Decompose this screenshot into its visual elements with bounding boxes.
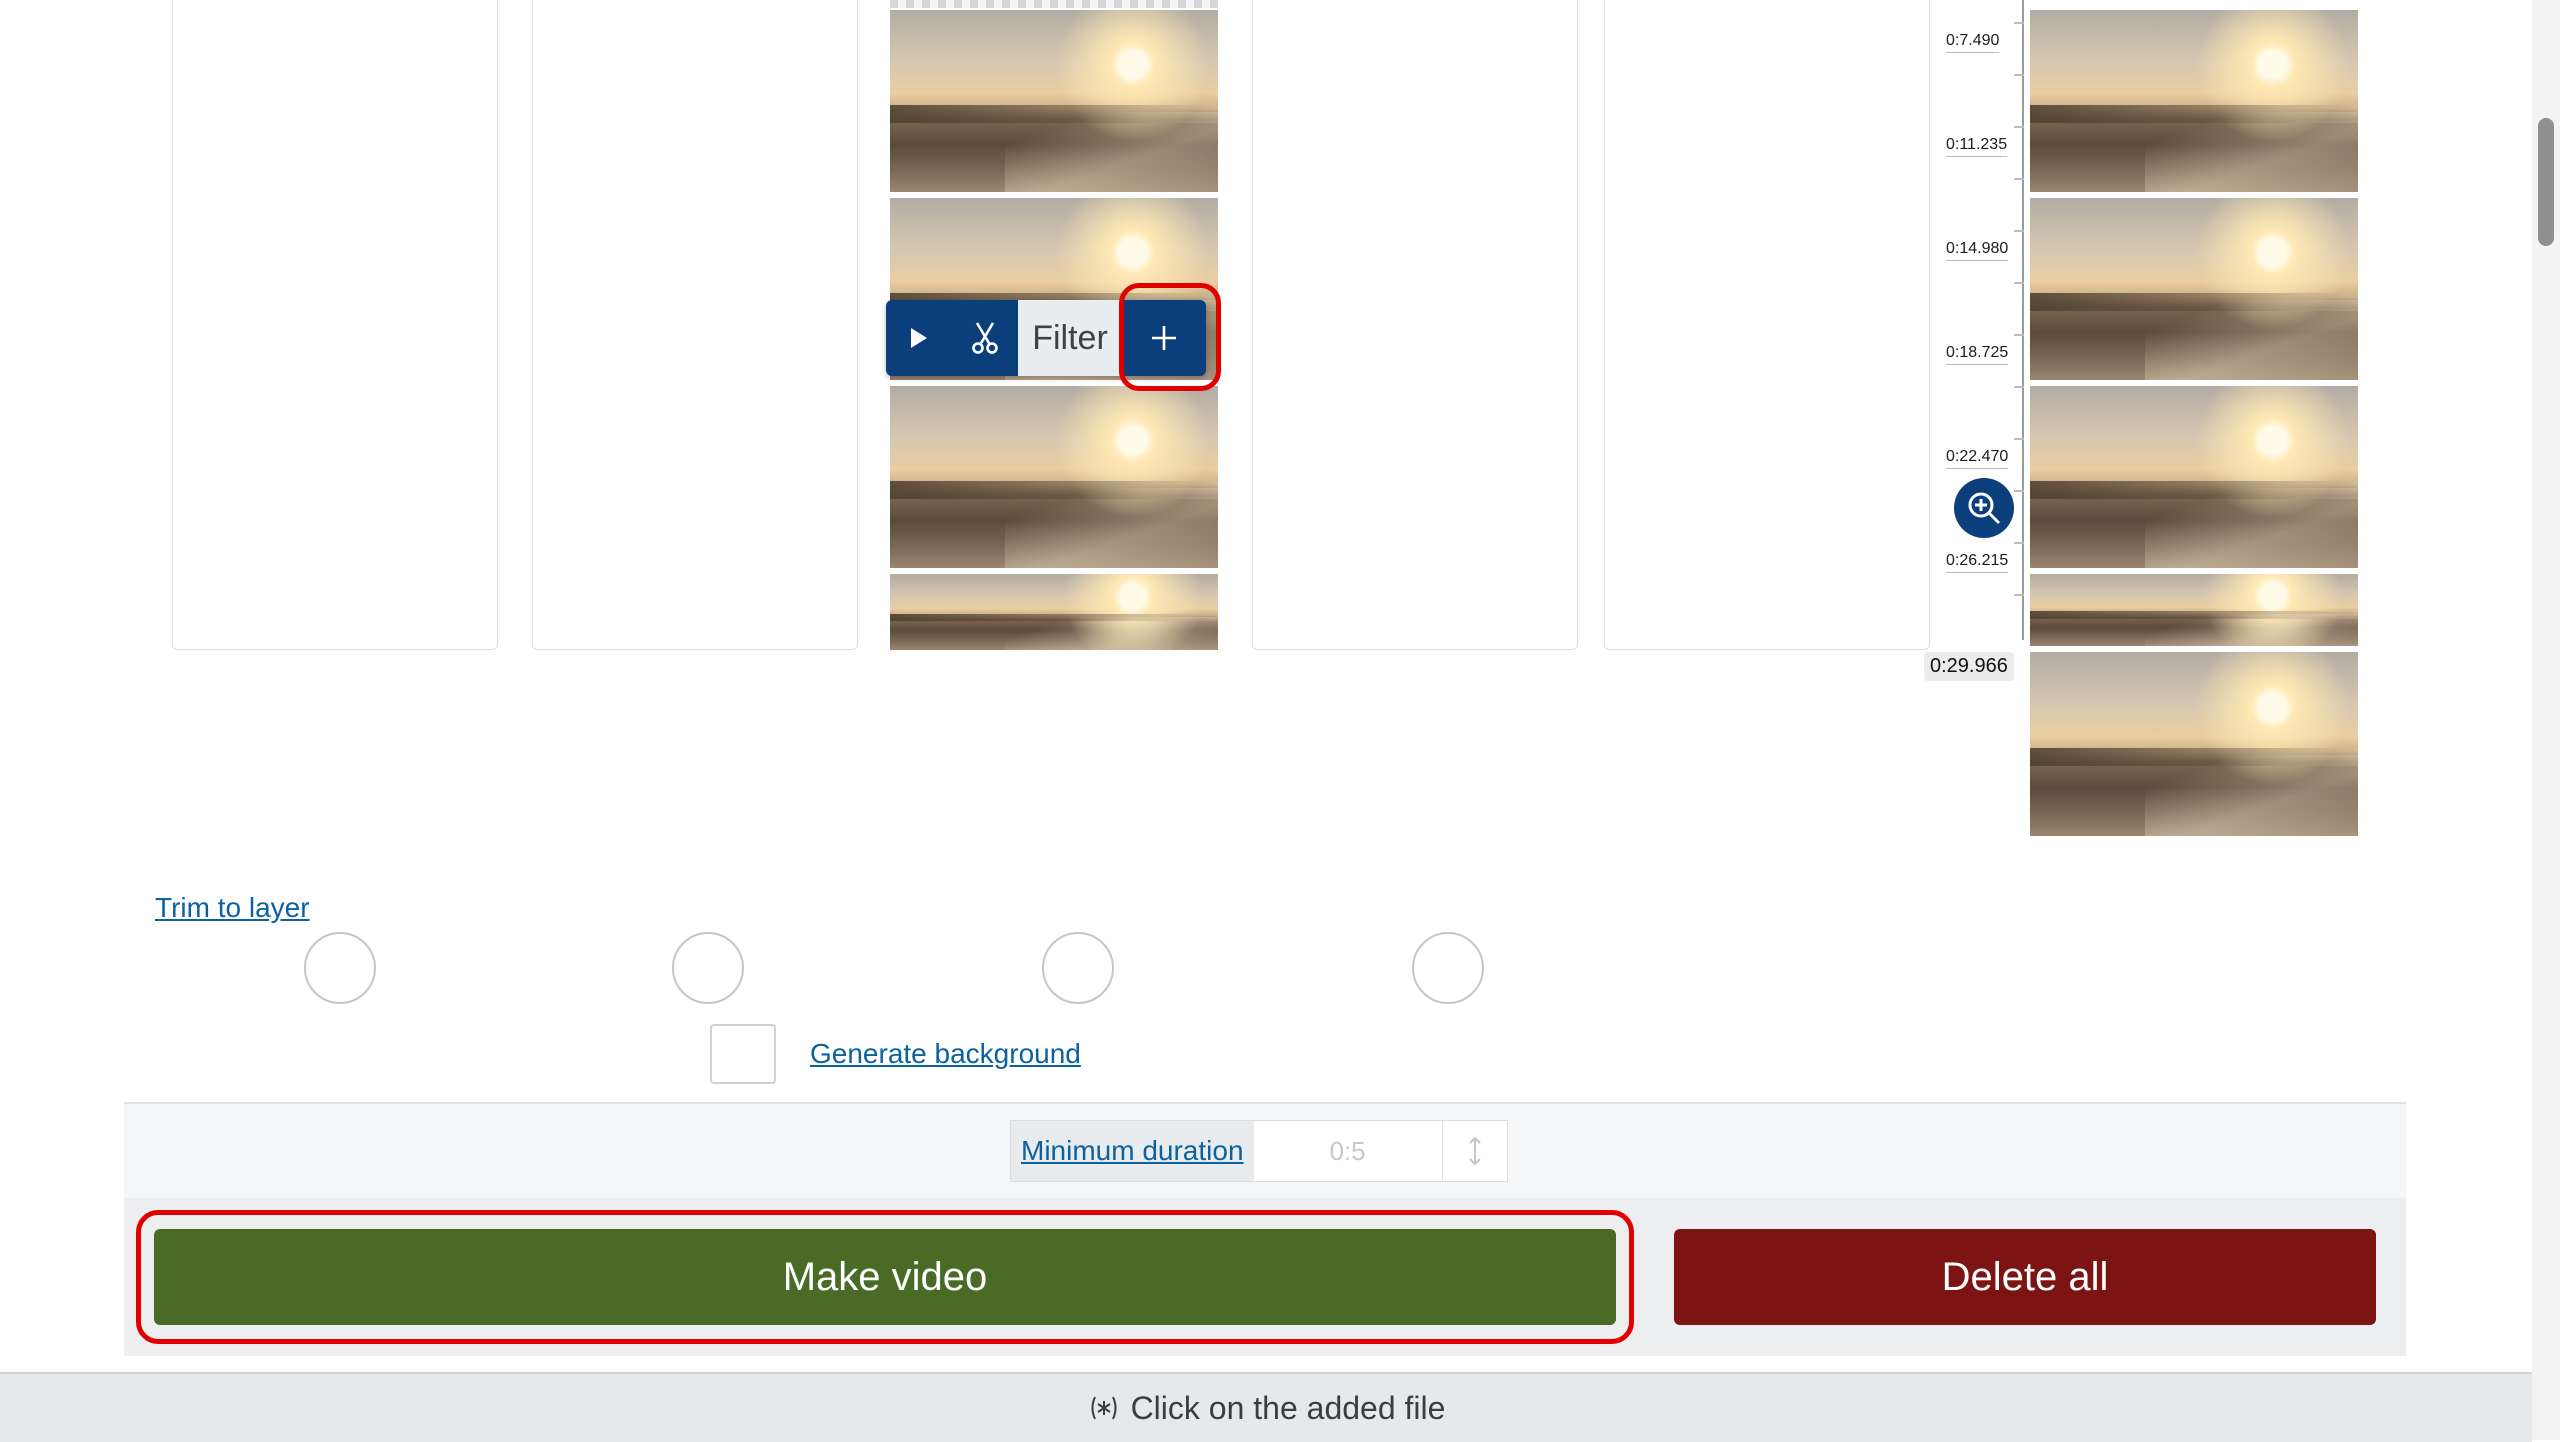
video-frame-thumbnail[interactable] bbox=[890, 10, 1218, 192]
minimum-duration-input[interactable]: 0:5 bbox=[1254, 1121, 1443, 1181]
layer-column-4 bbox=[1252, 0, 1578, 650]
position-radio-3[interactable] bbox=[1042, 932, 1114, 1004]
zoom-in-button[interactable] bbox=[1954, 478, 2014, 538]
zoom-in-icon bbox=[1968, 492, 2001, 525]
video-frame-thumbnail[interactable] bbox=[2030, 198, 2358, 380]
delete-all-button[interactable]: Delete all bbox=[1674, 1229, 2376, 1325]
tap-icon bbox=[1091, 1396, 1117, 1420]
minimum-duration-link[interactable]: Minimum duration bbox=[1011, 1121, 1254, 1181]
scissors-icon bbox=[972, 322, 998, 354]
timeline-ruler[interactable] bbox=[2022, 0, 2024, 640]
video-frame-thumbnail[interactable] bbox=[2030, 574, 2358, 646]
ruler-tick bbox=[2014, 126, 2024, 128]
position-radio-2[interactable] bbox=[672, 932, 744, 1004]
ruler-tick bbox=[2014, 490, 2024, 492]
layer-column-5 bbox=[1604, 0, 1930, 650]
timeline-label: 0:18.725 bbox=[1946, 344, 2009, 365]
layer-column-1 bbox=[172, 0, 498, 650]
timeline-label: 0:26.215 bbox=[1946, 552, 2009, 573]
timeline-label: 0:22.470 bbox=[1946, 448, 2009, 469]
ruler-tick bbox=[2014, 230, 2024, 232]
scrollbar-thumb[interactable] bbox=[2538, 118, 2554, 246]
cut-button[interactable] bbox=[952, 300, 1018, 376]
timeline-label: 0:11.235 bbox=[1946, 136, 2008, 157]
status-bar: Click on the added file bbox=[0, 1372, 2532, 1442]
position-radio-4[interactable] bbox=[1412, 932, 1484, 1004]
ruler-tick bbox=[2014, 334, 2024, 336]
filter-button[interactable]: Filter bbox=[1018, 300, 1122, 376]
ruler-tick bbox=[2014, 74, 2024, 76]
ruler-tick bbox=[2014, 542, 2024, 544]
ruler-tick bbox=[2014, 594, 2024, 596]
trim-to-layer-link[interactable]: Trim to layer bbox=[155, 892, 310, 924]
generate-background-checkbox[interactable] bbox=[710, 1024, 776, 1084]
up-down-icon bbox=[1468, 1136, 1481, 1166]
video-frame-thumbnail[interactable] bbox=[890, 574, 1218, 650]
ruler-tick bbox=[2014, 22, 2024, 24]
timeline-end-time: 0:29.966 bbox=[1924, 652, 2014, 681]
highlight-make-video bbox=[136, 1210, 1634, 1344]
ruler-tick bbox=[2014, 386, 2024, 388]
play-button[interactable] bbox=[886, 300, 952, 376]
duration-spinner[interactable] bbox=[1443, 1121, 1507, 1181]
highlight-add-button bbox=[1119, 283, 1221, 391]
video-frame-thumbnail[interactable] bbox=[2030, 386, 2358, 568]
ruler-tick bbox=[2014, 178, 2024, 180]
minimum-duration-group: Minimum duration 0:5 bbox=[1010, 1120, 1508, 1182]
generate-background-link[interactable]: Generate background bbox=[810, 1038, 1081, 1070]
position-radio-1[interactable] bbox=[304, 932, 376, 1004]
ruler-tick bbox=[2014, 282, 2024, 284]
ruler-tick bbox=[2014, 438, 2024, 440]
status-text: Click on the added file bbox=[1130, 1389, 1446, 1426]
play-icon bbox=[911, 328, 927, 348]
video-frame-thumbnail[interactable] bbox=[2030, 652, 2358, 836]
timeline-label: 0:14.980 bbox=[1946, 240, 2009, 261]
video-frame-thumbnail[interactable] bbox=[890, 386, 1218, 568]
video-frame-thumbnail[interactable] bbox=[2030, 10, 2358, 192]
transparent-pattern bbox=[890, 0, 1218, 8]
timeline-label: 0:7.490 bbox=[1946, 32, 2000, 53]
layer-column-2 bbox=[532, 0, 858, 650]
